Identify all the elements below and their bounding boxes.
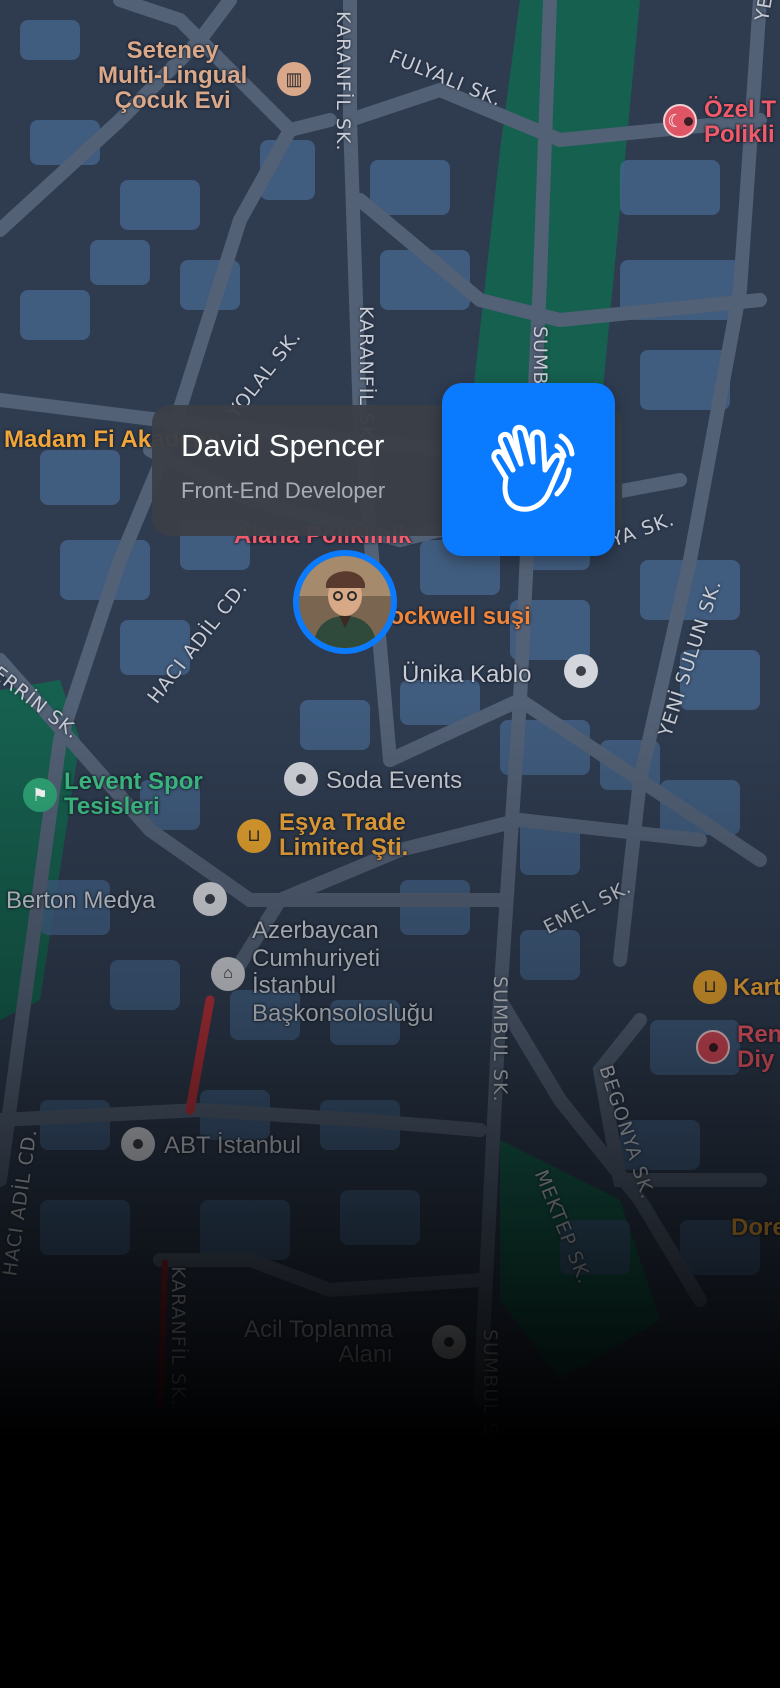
sport-icon[interactable]: ⚑: [23, 778, 57, 812]
poi-icon[interactable]: [284, 762, 318, 796]
clinic-icon[interactable]: [696, 1030, 730, 1064]
waving-hand-icon: [490, 424, 574, 512]
street-label: SUMBUL SK.: [489, 976, 511, 1103]
poi-icon[interactable]: [432, 1325, 466, 1359]
place-label-azerbaycan[interactable]: Azerbaycan Cumhuriyeti İstanbul Başkonso…: [252, 917, 433, 1027]
shop-basket-icon[interactable]: ⊔: [693, 970, 727, 1004]
place-label-unika[interactable]: Ünika Kablo: [402, 662, 531, 687]
place-label-levent[interactable]: Levent Spor Tesisleri: [64, 769, 203, 820]
wave-button[interactable]: [442, 383, 615, 556]
poi-icon[interactable]: [564, 654, 598, 688]
user-avatar[interactable]: [293, 550, 397, 654]
map-screen: KARANFİL SK. FULYALI SK. YENİ SUMBUL KAR…: [0, 0, 780, 1688]
poi-icon[interactable]: [193, 882, 227, 916]
place-label-kart[interactable]: Kart: [733, 975, 780, 1000]
profile-role: Front-End Developer: [181, 478, 386, 503]
street-label: KARANFİL SK.: [167, 1266, 189, 1407]
place-label-berton[interactable]: Berton Medya: [6, 888, 155, 913]
school-icon[interactable]: ▥: [277, 62, 311, 96]
profile-name: David Spencer: [181, 428, 385, 463]
street-label: SUMBUL SK.: [479, 1329, 501, 1456]
poi-icon[interactable]: [121, 1127, 155, 1161]
consulate-icon[interactable]: ⌂: [211, 957, 245, 991]
user-photo: [299, 556, 391, 648]
place-label-acil[interactable]: Acil Toplanma Alanı: [244, 1317, 393, 1368]
place-label-abt[interactable]: ABT İstanbul: [164, 1133, 301, 1158]
place-label-ren[interactable]: Ren Diy: [737, 1022, 780, 1073]
place-label-ozel[interactable]: Özel T Polikli: [704, 97, 776, 148]
place-label-dore[interactable]: Dore: [731, 1215, 780, 1240]
street-label: KARANFİL SK.: [332, 11, 354, 152]
clinic-icon[interactable]: ☾: [663, 104, 697, 138]
place-label-seteney[interactable]: Seteney Multi-Lingual Çocuk Evi: [98, 38, 247, 114]
place-label-soda[interactable]: Soda Events: [326, 768, 462, 793]
shop-basket-icon[interactable]: ⊔: [237, 819, 271, 853]
place-label-esya[interactable]: Eşya Trade Limited Şti.: [279, 810, 408, 861]
